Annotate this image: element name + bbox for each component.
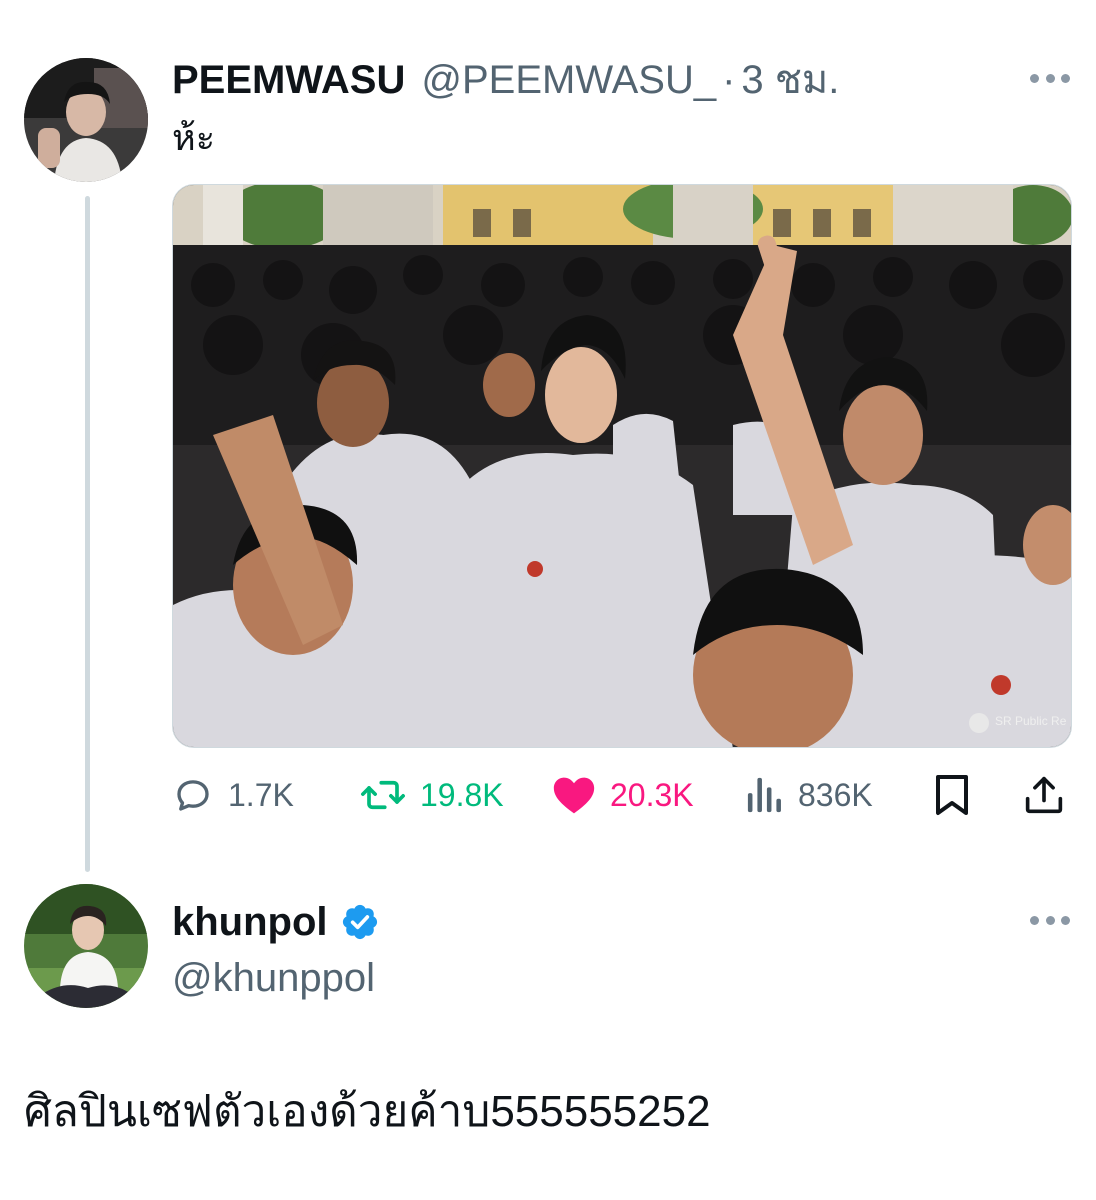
- bookmark-button[interactable]: [934, 766, 970, 824]
- views-button[interactable]: 836K: [746, 766, 873, 824]
- header-separator: ·: [722, 58, 736, 102]
- reply-bubble-icon: [177, 780, 209, 811]
- author-handle[interactable]: @PEEMWASU_: [421, 52, 716, 108]
- views-bar-chart-icon: [747, 777, 781, 813]
- tweet-timestamp[interactable]: 3 ชม.: [741, 52, 839, 108]
- reply-text: ศิลปินเซฟตัวเองด้วยค้าบ555555252: [24, 1087, 711, 1136]
- retweet-icon: [361, 780, 405, 810]
- avatar-peemwasu[interactable]: [24, 58, 148, 182]
- more-options-icon[interactable]: [1030, 72, 1070, 84]
- heart-icon: [553, 777, 595, 814]
- share-upload-icon: [1025, 776, 1063, 814]
- reply-author-display-name[interactable]: khunpol: [172, 900, 328, 945]
- tweet-header: PEEMWASU @PEEMWASU_ · 3 ชม.: [172, 52, 839, 108]
- bookmark-icon: [936, 775, 968, 815]
- like-button[interactable]: 20.3K: [552, 766, 694, 824]
- reply-header: khunpol: [172, 894, 380, 950]
- reply-more-options-icon[interactable]: [1030, 914, 1070, 926]
- verified-badge-icon[interactable]: [340, 902, 380, 942]
- retweet-button[interactable]: 19.8K: [360, 766, 504, 824]
- view-count: 836K: [798, 776, 873, 813]
- tweet-media-photo[interactable]: SR Public Re: [172, 184, 1072, 748]
- retweet-count: 19.8K: [420, 776, 504, 813]
- reply-count: 1.7K: [228, 776, 294, 813]
- reply-button[interactable]: 1.7K: [172, 766, 294, 824]
- avatar-khunpol[interactable]: [24, 884, 148, 1008]
- like-count: 20.3K: [610, 776, 694, 813]
- tweet-action-bar: 1.7K 19.8K 20.3K 836K: [172, 766, 1072, 824]
- thread-connector-line: [85, 196, 90, 872]
- share-button[interactable]: [1024, 766, 1064, 824]
- tweet-text: ห้ะ: [172, 117, 216, 158]
- media-watermark: SR Public Re: [995, 714, 1067, 728]
- author-display-name[interactable]: PEEMWASU: [172, 52, 405, 108]
- reply-author-handle[interactable]: @khunppol: [172, 950, 375, 1006]
